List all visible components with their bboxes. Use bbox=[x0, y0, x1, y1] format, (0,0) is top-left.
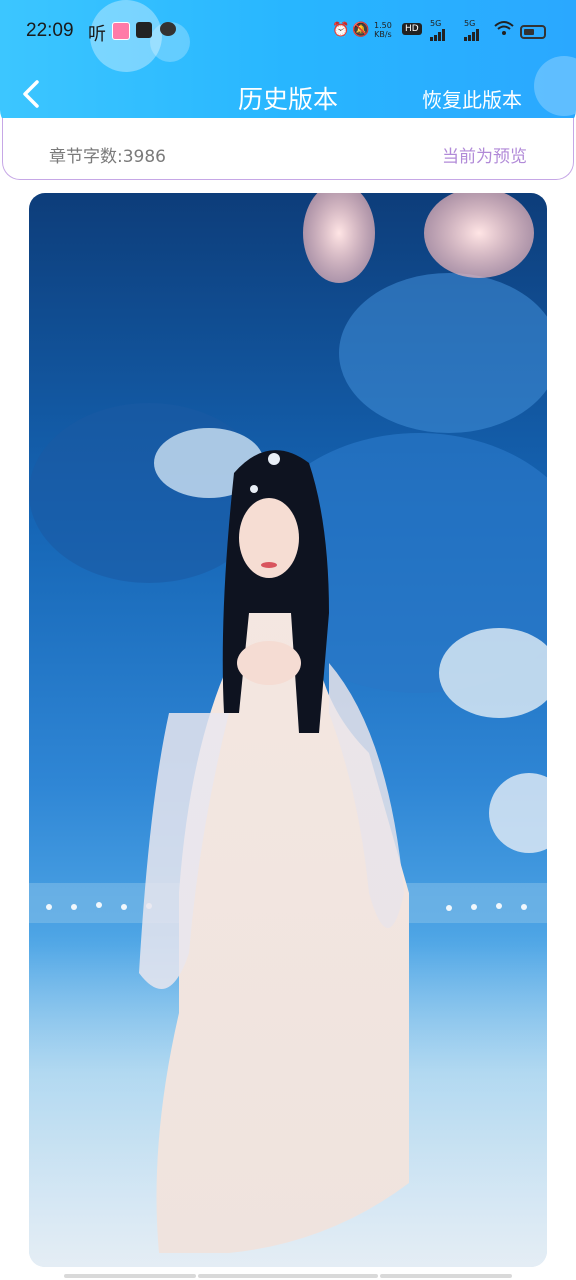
chapter-info-bar: 章节字数:3986 当前为预览 bbox=[2, 118, 574, 180]
status-time: 22:09 bbox=[26, 20, 74, 41]
network-speed: 1.50 KB/s bbox=[374, 21, 392, 39]
header-bar: 22:09 听 ⏰ 🔕 1.50 KB/s HD 5G 5G 历史版本 恢复此版… bbox=[0, 0, 576, 128]
chapter-word-count: 章节字数:3986 bbox=[49, 147, 166, 167]
battery-icon bbox=[520, 25, 546, 39]
network-speed-value: 1.50 bbox=[374, 21, 392, 30]
status-bar: 22:09 听 ⏰ 🔕 1.50 KB/s HD 5G 5G bbox=[0, 0, 576, 62]
page-indicator bbox=[198, 1274, 378, 1278]
photo-illustration bbox=[29, 193, 547, 1267]
signal-icon: 5G bbox=[464, 19, 480, 41]
app-notification-icon bbox=[136, 22, 152, 38]
wifi-icon bbox=[494, 20, 514, 41]
signal-label: 5G bbox=[464, 19, 476, 28]
restore-version-button[interactable]: 恢复此版本 bbox=[422, 84, 522, 113]
listen-indicator: 听 bbox=[88, 24, 106, 45]
preview-status: 当前为预览 bbox=[442, 147, 527, 167]
page-indicator bbox=[64, 1274, 196, 1278]
hd-badge: HD bbox=[402, 23, 422, 35]
alarm-icon: ⏰ bbox=[332, 22, 350, 38]
mute-icon: 🔕 bbox=[352, 22, 370, 38]
signal-label: 5G bbox=[430, 19, 442, 28]
chapter-image bbox=[29, 193, 547, 1267]
app-notification-icon bbox=[112, 22, 130, 40]
message-icon bbox=[160, 22, 176, 36]
signal-icon: 5G bbox=[430, 19, 446, 41]
page-indicator bbox=[380, 1274, 512, 1278]
network-speed-unit: KB/s bbox=[374, 30, 392, 39]
